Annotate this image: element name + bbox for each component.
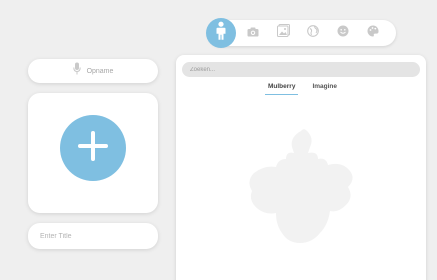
- tab-imagine[interactable]: Imagine: [312, 83, 337, 95]
- add-button[interactable]: [60, 115, 126, 181]
- tab-mulberry[interactable]: Mulberry: [264, 83, 299, 95]
- add-symbol-card: [28, 93, 158, 213]
- record-button[interactable]: Opname: [28, 59, 158, 83]
- tool-palette[interactable]: [358, 20, 388, 46]
- title-input[interactable]: [28, 223, 158, 249]
- library-tabs: Mulberry Imagine: [176, 83, 426, 95]
- tool-person[interactable]: [206, 18, 236, 48]
- library-panel: Mulberry Imagine: [176, 55, 426, 280]
- search-input[interactable]: [182, 62, 420, 77]
- palette-icon: [367, 24, 379, 42]
- record-label: Opname: [86, 67, 114, 75]
- globe-icon: [307, 24, 319, 42]
- emoji-icon: [337, 24, 349, 42]
- image-icon: [276, 24, 290, 42]
- microphone-icon: [72, 62, 81, 80]
- plus-icon: [76, 129, 110, 168]
- person-icon: [214, 21, 228, 46]
- mulberry-watermark-icon: [246, 129, 356, 254]
- tool-image[interactable]: [268, 20, 298, 46]
- category-toolbar: [206, 18, 396, 48]
- tool-camera[interactable]: [238, 20, 268, 46]
- tool-emoji[interactable]: [328, 20, 358, 46]
- tool-globe[interactable]: [298, 20, 328, 46]
- camera-icon: [247, 24, 259, 42]
